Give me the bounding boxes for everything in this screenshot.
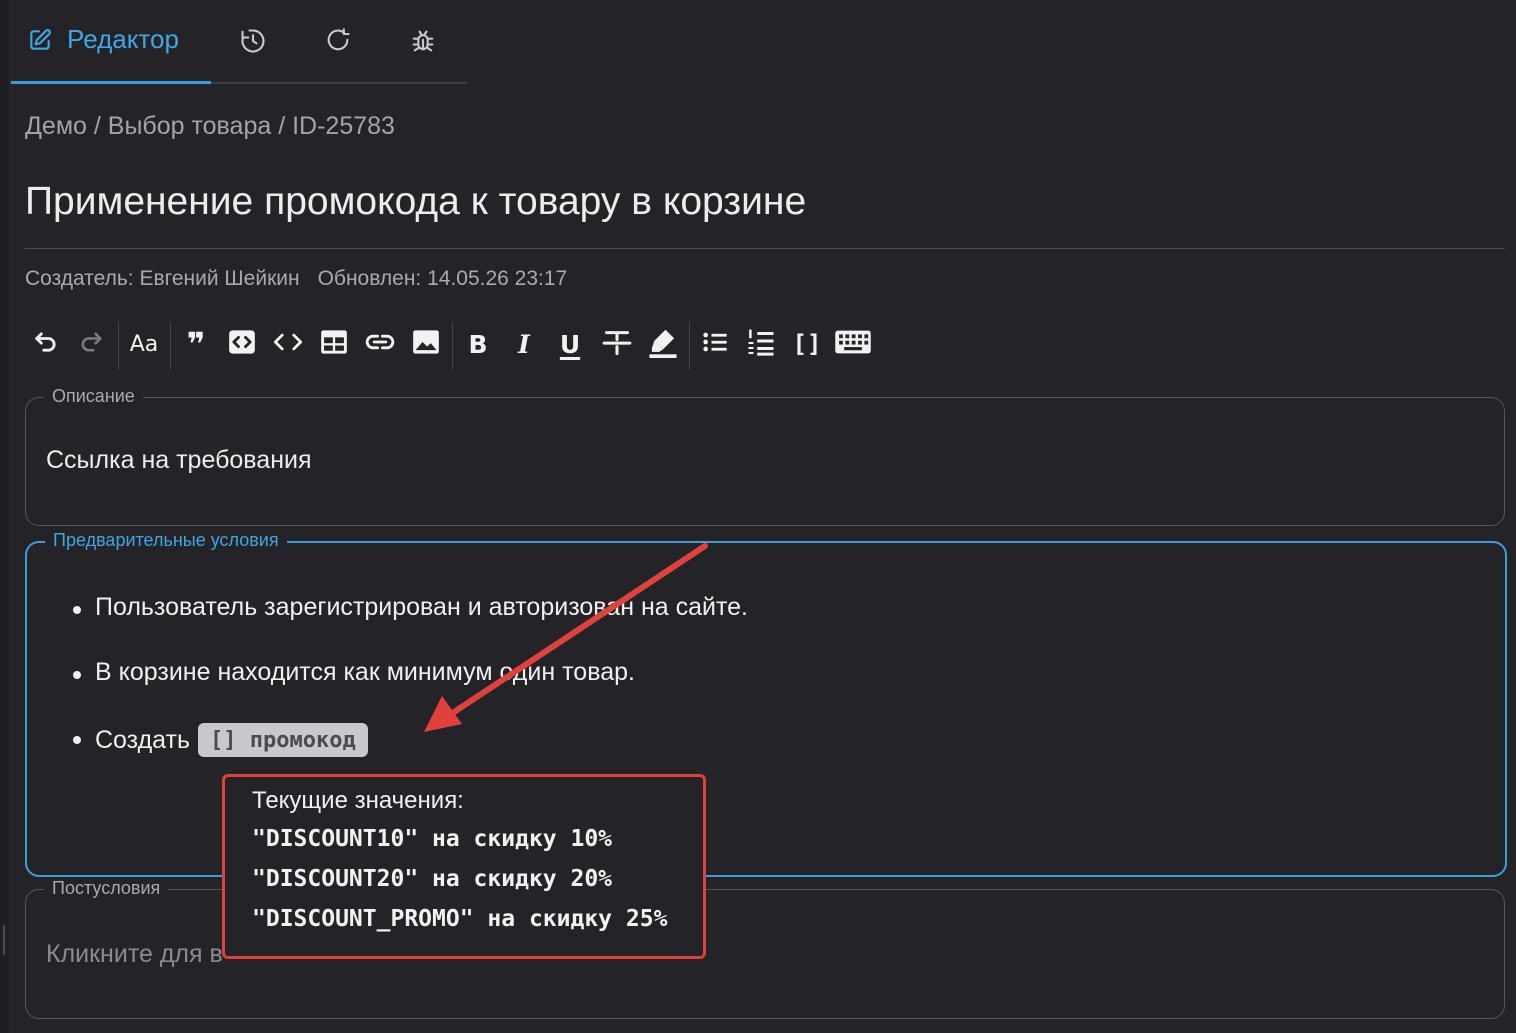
inline-code-button[interactable] — [268, 324, 308, 364]
postconditions-placeholder: Кликните для в — [46, 940, 223, 968]
refresh-icon — [324, 27, 352, 55]
bullet-list-icon — [700, 328, 730, 361]
tooltip-line: "DISCOUNT20" на скидку 20% — [252, 866, 613, 892]
description-value: Ссылка на требования — [46, 446, 312, 474]
link-icon — [364, 328, 396, 361]
current-values-tooltip: Текущие значения: "DISCOUNT10" на скидку… — [222, 774, 706, 959]
page-title[interactable]: Применение промокода к товару в корзине — [25, 180, 806, 224]
divider — [25, 248, 1505, 249]
list-item: Пользователь зарегистрирован и авторизов… — [73, 593, 748, 658]
link-button[interactable] — [360, 324, 400, 364]
promocode-placeholder-chip[interactable]: [] промокод — [198, 723, 368, 757]
redo-icon — [77, 328, 105, 361]
meta-info: Создатель: Евгений Шейкин Обновлен: 14.05… — [25, 267, 567, 291]
keyboard-button[interactable] — [833, 324, 873, 364]
toolbar-separator — [118, 322, 119, 370]
table-icon — [320, 328, 348, 361]
tab-bar: Редактор — [11, 0, 467, 84]
font-size-button[interactable]: Aa — [124, 324, 164, 364]
strikethrough-button[interactable] — [597, 324, 637, 364]
updated-text: Обновлен: 14.05.26 23:17 — [317, 267, 568, 290]
image-button[interactable] — [406, 324, 446, 364]
underline-button[interactable]: U — [550, 324, 590, 364]
highlight-button[interactable] — [643, 324, 683, 364]
strikethrough-icon — [601, 328, 633, 361]
keyboard-icon — [834, 328, 872, 361]
bold-button[interactable]: B — [458, 324, 498, 364]
placeholder-button[interactable]: [] — [787, 324, 827, 364]
tab-refresh[interactable] — [324, 0, 356, 82]
numbered-list-button[interactable] — [741, 324, 781, 364]
tooltip-title: Текущие значения: — [252, 787, 464, 814]
edit-icon — [27, 27, 53, 53]
redo-button[interactable] — [71, 324, 111, 364]
tooltip-line: "DISCOUNT_PROMO" на скидку 25% — [252, 906, 668, 932]
editor-toolbar: Aa ❞ B I U [] — [25, 318, 885, 370]
code-block-icon — [228, 328, 256, 361]
tab-editor-label: Редактор — [67, 24, 179, 54]
resize-handle[interactable] — [3, 925, 5, 955]
creator-text: Создатель: Евгений Шейкин — [25, 267, 300, 290]
description-field[interactable]: Описание Ссылка на требования — [25, 386, 1505, 526]
description-legend: Описание — [44, 386, 143, 407]
bug-icon — [409, 27, 437, 55]
table-button[interactable] — [314, 324, 354, 364]
image-icon — [412, 328, 440, 361]
bullet-list-button[interactable] — [695, 324, 735, 364]
list-item: В корзине находится как минимум один тов… — [73, 658, 748, 723]
toolbar-separator — [689, 322, 690, 370]
quote-button[interactable]: ❞ — [176, 324, 216, 364]
italic-button[interactable]: I — [504, 324, 544, 364]
postconditions-legend: Постусловия — [44, 878, 169, 899]
tooltip-line: "DISCOUNT10" на скидку 10% — [252, 826, 613, 852]
tab-editor[interactable]: Редактор — [11, 0, 211, 84]
quote-icon: ❞ — [186, 325, 206, 363]
tab-history[interactable] — [239, 0, 271, 82]
toolbar-separator — [452, 322, 453, 370]
preconditions-list: Пользователь зарегистрирован и авторизов… — [73, 593, 748, 788]
code-block-button[interactable] — [222, 324, 262, 364]
font-size-label: Aa — [129, 331, 159, 357]
history-icon — [239, 27, 267, 55]
preconditions-legend: Предварительные условия — [45, 530, 287, 551]
numbered-list-icon — [746, 327, 776, 362]
toolbar-separator — [170, 322, 171, 370]
undo-icon — [32, 328, 60, 361]
underline-icon: U — [559, 329, 581, 359]
italic-icon: I — [518, 329, 530, 359]
code-icon — [273, 328, 303, 361]
breadcrumb[interactable]: Демо / Выбор товара / ID-25783 — [25, 112, 395, 141]
bold-icon: B — [468, 329, 488, 359]
left-panel-edge — [0, 0, 10, 1033]
brackets-icon: [] — [792, 330, 822, 358]
tab-bug[interactable] — [409, 0, 441, 82]
highlighter-icon — [647, 326, 679, 363]
undo-button[interactable] — [26, 324, 66, 364]
